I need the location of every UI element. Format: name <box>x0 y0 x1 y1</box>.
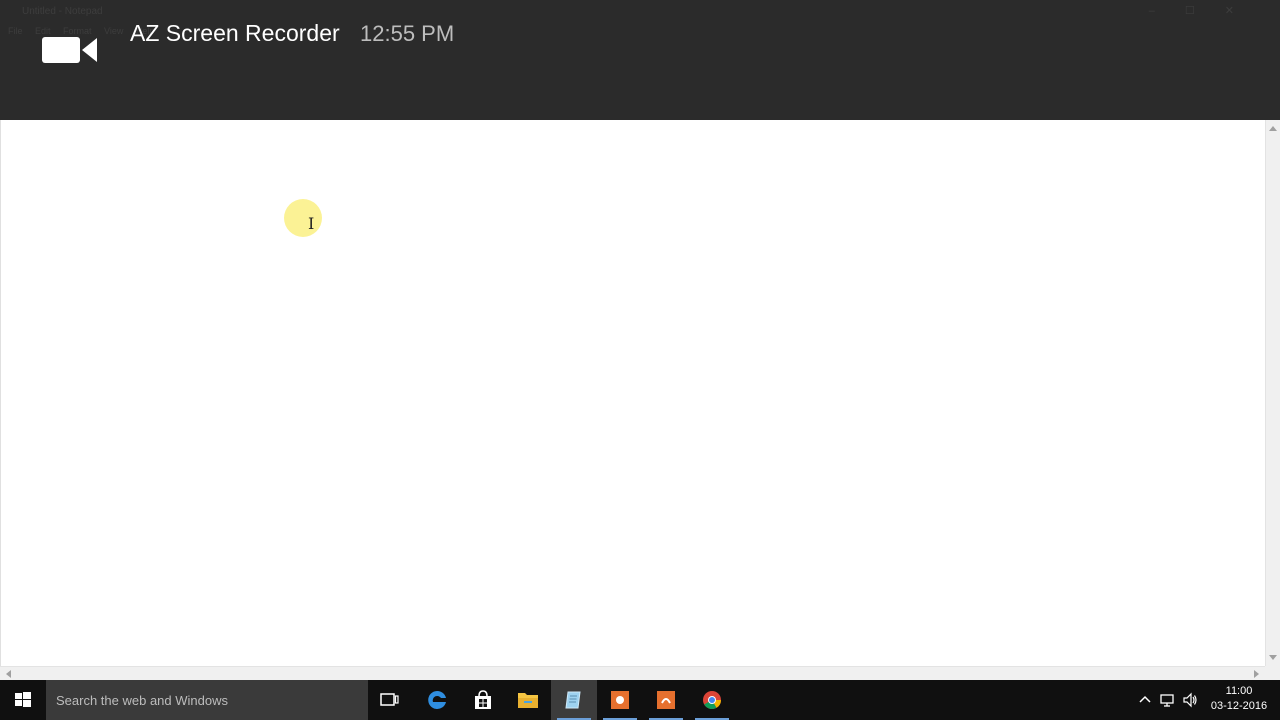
text-cursor-icon: I <box>308 214 315 233</box>
recorder-notification-banner: Untitled - Notepad File Edit Format View… <box>0 0 1280 120</box>
recorder-time: 12:55 PM <box>360 21 455 46</box>
search-placeholder: Search the web and Windows <box>56 692 228 708</box>
task-view-button[interactable] <box>367 680 413 720</box>
scroll-up-icon[interactable] <box>1269 126 1277 131</box>
search-input[interactable]: Search the web and Windows <box>46 680 368 720</box>
taskbar: Search the web and Windows 11:00 03-12-2… <box>0 680 1280 720</box>
clock-date: 03-12-2016 <box>1210 700 1268 712</box>
task-view-icon <box>380 693 399 706</box>
scroll-down-icon[interactable] <box>1269 655 1277 660</box>
edge-button[interactable] <box>414 680 460 720</box>
store-icon <box>475 690 491 709</box>
clock-time: 11:00 <box>1225 685 1253 697</box>
notepad-icon <box>565 691 581 709</box>
network-icon[interactable] <box>1159 692 1175 708</box>
powerpoint-button-2[interactable] <box>643 680 689 720</box>
edge-icon <box>428 690 446 709</box>
windows-logo-icon <box>15 692 31 707</box>
volume-icon[interactable] <box>1182 692 1198 708</box>
cursor-highlight <box>284 199 322 237</box>
powerpoint-button-1[interactable] <box>597 680 643 720</box>
notepad-button[interactable] <box>551 680 597 720</box>
scroll-right-icon[interactable] <box>1254 670 1259 678</box>
folder-icon <box>518 693 538 708</box>
orange-app-icon <box>611 691 629 709</box>
chrome-button[interactable] <box>689 680 735 720</box>
chrome-icon <box>703 691 721 710</box>
horizontal-scrollbar[interactable] <box>0 666 1265 681</box>
scroll-left-icon[interactable] <box>6 670 11 678</box>
start-button[interactable] <box>0 680 46 720</box>
scrollbar-corner <box>1265 666 1280 680</box>
store-button[interactable] <box>460 680 506 720</box>
vertical-scrollbar[interactable] <box>1265 120 1280 666</box>
system-clock[interactable]: 11:00 03-12-2016 <box>1204 684 1274 714</box>
notepad-text-area[interactable] <box>0 120 1266 666</box>
orange-app-icon <box>657 691 675 709</box>
recorder-app-name: AZ Screen Recorder <box>130 20 340 46</box>
window-title-faint: Untitled - Notepad <box>22 6 103 17</box>
video-camera-icon <box>42 37 97 63</box>
file-explorer-button[interactable] <box>505 680 551 720</box>
show-hidden-icons-icon[interactable] <box>1137 692 1153 708</box>
window-controls-faint: –☐✕ <box>1148 5 1264 17</box>
